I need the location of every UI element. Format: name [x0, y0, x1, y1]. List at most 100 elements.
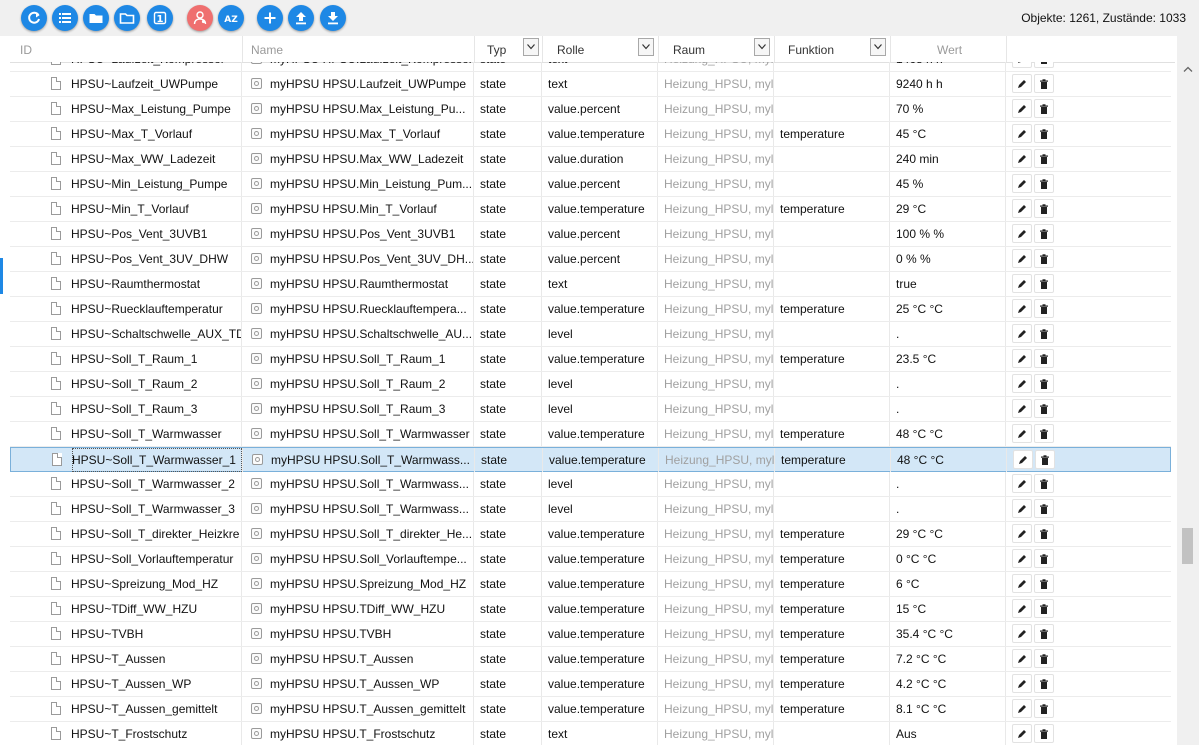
download-button[interactable]: [320, 5, 346, 31]
delete-button[interactable]: [1034, 224, 1054, 243]
table-row[interactable]: HPSU~Raumthermostat myHPSU HPSU.Raumtherm…: [10, 272, 1171, 297]
table-row[interactable]: HPSU~Laufzeit_Kompressor myHPSU HPSU.Lauf…: [10, 62, 1171, 72]
table-row[interactable]: HPSU~Soll_T_Warmwasser_3 myHPSU HPSU.Soll…: [10, 497, 1171, 522]
delete-button[interactable]: [1034, 199, 1054, 218]
edit-button[interactable]: [1012, 674, 1032, 693]
delete-button[interactable]: [1034, 399, 1054, 418]
table-row[interactable]: HPSU~T_Frostschutz myHPSU HPSU.T_Frostsch…: [10, 722, 1171, 745]
table-row[interactable]: HPSU~TDiff_WW_HZU myHPSU HPSU.TDiff_WW_HZ…: [10, 597, 1171, 622]
table-row[interactable]: HPSU~Soll_T_Raum_3 myHPSU HPSU.Soll_T_Rau…: [10, 397, 1171, 422]
edit-button[interactable]: [1012, 74, 1032, 93]
delete-button[interactable]: [1034, 724, 1054, 743]
column-header-id[interactable]: ID: [10, 36, 243, 62]
edit-button[interactable]: [1012, 349, 1032, 368]
table-row[interactable]: HPSU~Pos_Vent_3UV_DHW myHPSU HPSU.Pos_Ven…: [10, 247, 1171, 272]
table-row[interactable]: HPSU~T_Aussen_gemittelt myHPSU HPSU.T_Aus…: [10, 697, 1171, 722]
table-row[interactable]: HPSU~Spreizung_Mod_HZ myHPSU HPSU.Spreizu…: [10, 572, 1171, 597]
edit-button[interactable]: [1012, 199, 1032, 218]
table-row[interactable]: HPSU~Soll_T_Raum_2 myHPSU HPSU.Soll_T_Rau…: [10, 372, 1171, 397]
edit-button[interactable]: [1012, 299, 1032, 318]
delete-button[interactable]: [1034, 474, 1054, 493]
upload-button[interactable]: [288, 5, 314, 31]
column-header-name[interactable]: Name: [242, 36, 475, 62]
delete-button[interactable]: [1034, 74, 1054, 93]
edit-button[interactable]: [1012, 524, 1032, 543]
delete-button[interactable]: [1034, 599, 1054, 618]
table-row[interactable]: HPSU~Soll_T_Warmwasser myHPSU HPSU.Soll_T…: [10, 422, 1171, 447]
column-header-wert[interactable]: Wert: [890, 36, 1007, 62]
table-row[interactable]: HPSU~Soll_Vorlauftemperatur myHPSU HPSU.S…: [10, 547, 1171, 572]
refresh-button[interactable]: [21, 5, 47, 31]
column-header-typ[interactable]: Typ: [474, 36, 543, 62]
edit-button[interactable]: [1012, 249, 1032, 268]
table-row[interactable]: HPSU~Min_T_Vorlauf myHPSU HPSU.Min_T_Vorl…: [10, 197, 1171, 222]
delete-button[interactable]: [1034, 149, 1054, 168]
edit-button[interactable]: [1012, 124, 1032, 143]
folder-button[interactable]: [83, 5, 109, 31]
list-view-button[interactable]: [52, 5, 78, 31]
table-row[interactable]: HPSU~Ruecklauftemperatur myHPSU HPSU.Ruec…: [10, 297, 1171, 322]
edit-button[interactable]: [1012, 399, 1032, 418]
edit-button[interactable]: [1012, 174, 1032, 193]
typ-filter-dropdown[interactable]: [523, 38, 539, 56]
delete-button[interactable]: [1034, 499, 1054, 518]
table-row[interactable]: HPSU~Soll_T_Warmwasser_2 myHPSU HPSU.Soll…: [10, 472, 1171, 497]
edit-button[interactable]: [1012, 474, 1032, 493]
delete-button[interactable]: [1034, 349, 1054, 368]
edit-button[interactable]: [1012, 324, 1032, 343]
table-row[interactable]: HPSU~Soll_T_direkter_Heizkre myHPSU HPSU.…: [10, 522, 1171, 547]
delete-button[interactable]: [1034, 549, 1054, 568]
funktion-filter-dropdown[interactable]: [870, 38, 886, 56]
folder-open-button[interactable]: [114, 5, 140, 31]
edit-button[interactable]: [1012, 599, 1032, 618]
edit-button[interactable]: [1012, 274, 1032, 293]
delete-button[interactable]: [1034, 374, 1054, 393]
delete-button[interactable]: [1034, 699, 1054, 718]
delete-button[interactable]: [1034, 99, 1054, 118]
table-row[interactable]: HPSU~Soll_T_Warmwasser_1 myHPSU HPSU.Soll…: [10, 447, 1171, 472]
expert-mode-button[interactable]: [187, 5, 213, 31]
edit-button[interactable]: [1012, 149, 1032, 168]
table-row[interactable]: HPSU~Soll_T_Raum_1 myHPSU HPSU.Soll_T_Rau…: [10, 347, 1171, 372]
delete-button[interactable]: [1034, 574, 1054, 593]
edit-button[interactable]: [1012, 549, 1032, 568]
edit-button[interactable]: [1012, 62, 1032, 68]
edit-button[interactable]: [1012, 649, 1032, 668]
table-row[interactable]: HPSU~Min_Leistung_Pumpe myHPSU HPSU.Min_L…: [10, 172, 1171, 197]
raum-filter-dropdown[interactable]: [754, 38, 770, 56]
table-row[interactable]: HPSU~T_Aussen_WP myHPSU HPSU.T_Aussen_WP s…: [10, 672, 1171, 697]
delete-button[interactable]: [1034, 674, 1054, 693]
delete-button[interactable]: [1034, 124, 1054, 143]
table-row[interactable]: HPSU~TVBH myHPSU HPSU.TVBH state value.temp…: [10, 622, 1171, 647]
edit-button[interactable]: [1013, 450, 1033, 469]
edit-button[interactable]: [1012, 224, 1032, 243]
scroll-up-icon[interactable]: [1183, 66, 1193, 72]
column-header-rolle[interactable]: Rolle: [542, 36, 659, 62]
edit-button[interactable]: [1012, 724, 1032, 743]
rolle-filter-dropdown[interactable]: [638, 38, 654, 56]
table-row[interactable]: HPSU~Max_Leistung_Pumpe myHPSU HPSU.Max_L…: [10, 97, 1171, 122]
vertical-scrollbar[interactable]: [1177, 36, 1199, 745]
edit-button[interactable]: [1012, 499, 1032, 518]
table-row[interactable]: HPSU~Max_T_Vorlauf myHPSU HPSU.Max_T_Vorl…: [10, 122, 1171, 147]
edit-button[interactable]: [1012, 574, 1032, 593]
edit-button[interactable]: [1012, 99, 1032, 118]
number-toggle-button[interactable]: 1: [147, 5, 173, 31]
delete-button[interactable]: [1034, 299, 1054, 318]
delete-button[interactable]: [1034, 174, 1054, 193]
scrollbar-thumb[interactable]: [1182, 528, 1193, 564]
table-row[interactable]: HPSU~Pos_Vent_3UVB1 myHPSU HPSU.Pos_Vent_…: [10, 222, 1171, 247]
delete-button[interactable]: [1034, 649, 1054, 668]
table-row[interactable]: HPSU~Max_WW_Ladezeit myHPSU HPSU.Max_WW_L…: [10, 147, 1171, 172]
delete-button[interactable]: [1034, 249, 1054, 268]
delete-button[interactable]: [1034, 524, 1054, 543]
add-button[interactable]: [257, 5, 283, 31]
column-header-raum[interactable]: Raum: [658, 36, 775, 62]
edit-button[interactable]: [1012, 624, 1032, 643]
edit-button[interactable]: [1012, 699, 1032, 718]
delete-button[interactable]: [1034, 62, 1054, 68]
table-row[interactable]: HPSU~Schaltschwelle_AUX_TD myHPSU HPSU.Sc…: [10, 322, 1171, 347]
edit-button[interactable]: [1012, 374, 1032, 393]
delete-button[interactable]: [1034, 424, 1054, 443]
delete-button[interactable]: [1035, 450, 1055, 469]
